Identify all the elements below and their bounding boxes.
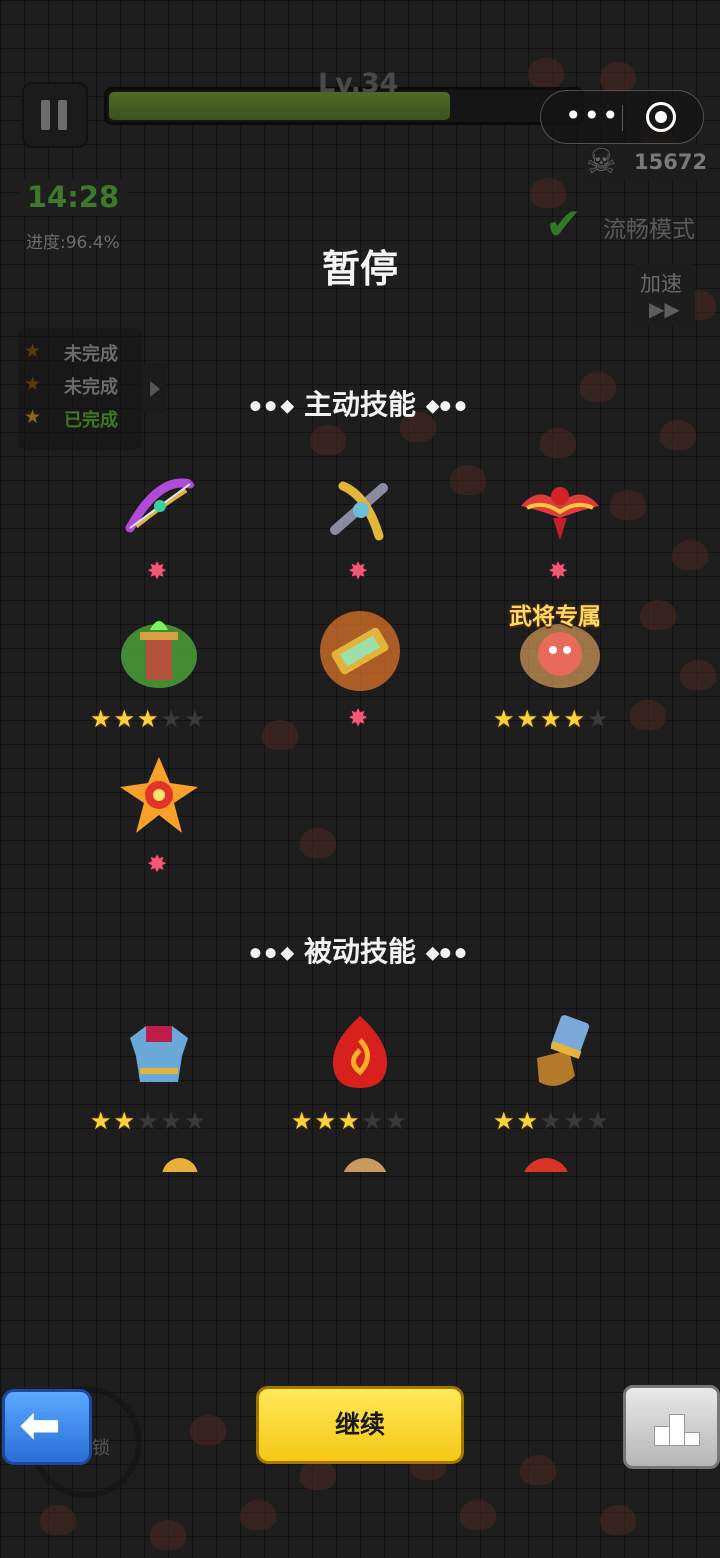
more-menu-icon[interactable]: ••• — [565, 99, 621, 132]
level-marker-icon: ✸ — [147, 557, 168, 585]
pause-button[interactable] — [22, 82, 88, 148]
star-empty-icon: ★ — [160, 705, 185, 733]
fast-forward-icon: ▶▶ — [649, 297, 680, 321]
star-empty-icon: ★ — [385, 1107, 409, 1135]
back-arrow-icon: ⬅ — [19, 1396, 61, 1454]
star-empty-icon: ★ — [587, 1107, 611, 1135]
level-label: Lv.34 — [318, 68, 399, 99]
red-phoenix-icon — [521, 487, 599, 540]
capsule-divider — [622, 105, 623, 131]
star-rating: ★★★★★ — [493, 705, 611, 733]
star-filled-icon: ★ — [516, 705, 541, 733]
star-rating: ★★★★★ — [90, 1107, 208, 1135]
star-filled-icon: ★ — [493, 1107, 517, 1135]
star-filled-icon: ★ — [314, 1107, 339, 1135]
game-timer: 14:28 — [19, 179, 127, 215]
star-filled-icon: ★ — [516, 1107, 541, 1135]
passive-skills-label: 被动技能 — [303, 935, 416, 968]
skill-slot-gauntlet[interactable] — [500, 1002, 620, 1122]
star-empty-icon: ★ — [160, 1107, 185, 1135]
star-empty-icon: ★ — [361, 1107, 386, 1135]
skill-slot-jade-scroll[interactable] — [300, 600, 420, 720]
gauntlet-icon — [537, 1015, 590, 1086]
back-button[interactable]: ⬅ — [2, 1389, 92, 1465]
star-empty-icon: ★ — [137, 1107, 161, 1135]
skill-slot-green-flame-altar[interactable] — [99, 600, 219, 720]
purple-bow-icon — [125, 478, 195, 533]
mini-program-capsule: ••• — [540, 90, 704, 144]
golden-crossbow-icon — [330, 481, 388, 541]
kill-count: 15672 — [634, 150, 708, 174]
star-filled-icon: ★ — [563, 705, 588, 733]
green-flame-altar-icon — [121, 621, 197, 688]
skill-slot-fire-explosion[interactable] — [99, 745, 219, 865]
star-rating: ★★★★★ — [90, 705, 208, 733]
star-rating: ★★★★★ — [493, 1107, 611, 1135]
star-icon: ★ — [24, 340, 42, 362]
hidden-skill-peek — [162, 1158, 198, 1172]
skill-slot-blue-armor[interactable] — [99, 1002, 219, 1122]
star-empty-icon: ★ — [587, 705, 611, 733]
star-empty-icon: ★ — [184, 1107, 208, 1135]
continue-button[interactable]: 继续 — [256, 1386, 464, 1464]
ranking-button[interactable] — [623, 1385, 720, 1469]
skull-icon: ☠ — [586, 142, 617, 182]
star-filled-icon: ★ — [493, 705, 517, 733]
star-filled-icon: ★ — [90, 1107, 114, 1135]
jade-scroll-icon — [320, 611, 400, 691]
star-empty-icon: ★ — [540, 1107, 564, 1135]
star-empty-icon: ★ — [184, 705, 208, 733]
level-marker-icon: ✸ — [548, 557, 569, 585]
star-filled-icon: ★ — [113, 1107, 138, 1135]
star-filled-icon: ★ — [113, 705, 138, 733]
level-marker-icon: ✸ — [348, 557, 369, 585]
podium-icon — [654, 1410, 700, 1446]
level-marker-icon: ✸ — [147, 850, 168, 878]
pause-icon — [41, 100, 50, 130]
star-filled-icon: ★ — [540, 705, 564, 733]
star-rating: ★★★★★ — [291, 1107, 409, 1135]
star-empty-icon: ★ — [563, 1107, 588, 1135]
exclusive-tag: 武将专属 — [509, 604, 601, 630]
active-skills-heading: ●●◆ 主动技能 ◆●● — [249, 388, 471, 421]
hidden-skill-peek — [342, 1158, 388, 1172]
passive-skills-heading: ●●◆ 被动技能 ◆●● — [249, 935, 471, 968]
star-filled-icon: ★ — [338, 1107, 362, 1135]
active-skills-label: 主动技能 — [303, 388, 416, 421]
fire-explosion-icon — [120, 757, 198, 833]
skill-slot-fire-swirl[interactable] — [300, 1002, 420, 1122]
quest-status: 未完成 — [64, 344, 118, 365]
pause-title: 暂停 — [321, 247, 398, 291]
star-filled-icon: ★ — [291, 1107, 315, 1135]
star-filled-icon: ★ — [90, 705, 114, 733]
lock-label: 锁 — [92, 1438, 110, 1459]
blue-armor-icon — [130, 1026, 188, 1082]
level-marker-icon: ✸ — [348, 704, 369, 732]
close-mini-program-icon[interactable] — [646, 102, 676, 132]
level-progress-fill — [109, 92, 451, 120]
hidden-skill-peek — [522, 1158, 570, 1172]
star-filled-icon: ★ — [137, 705, 161, 733]
fire-swirl-icon — [333, 1016, 387, 1088]
